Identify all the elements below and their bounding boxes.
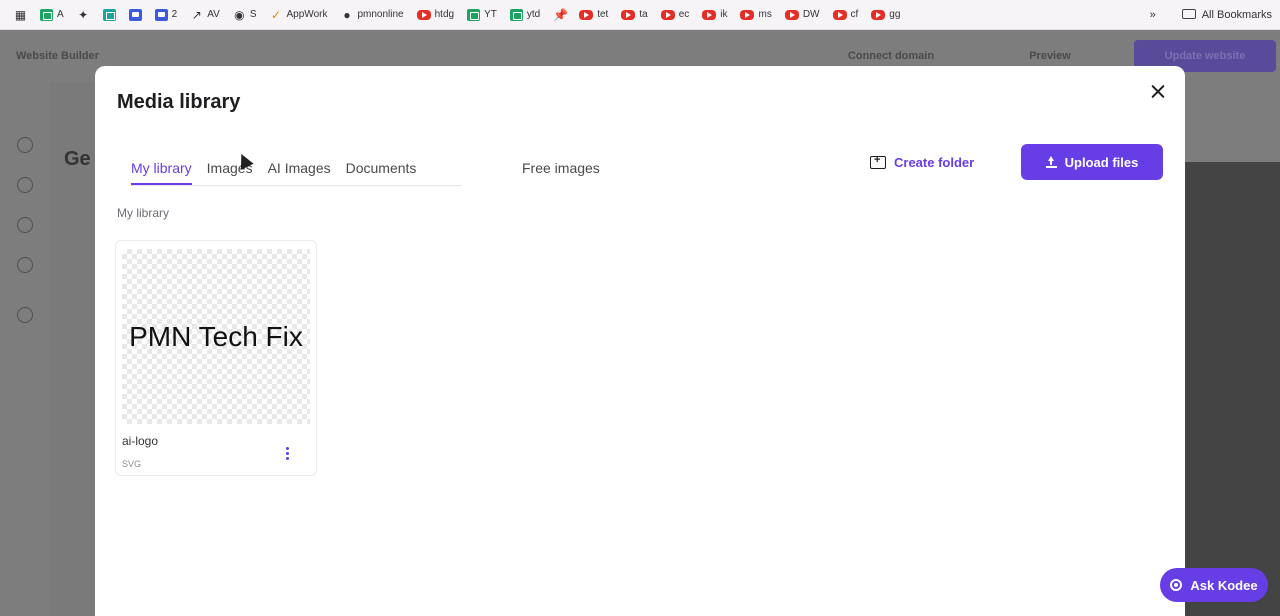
tabs-divider: [131, 185, 461, 186]
chat-icon: [154, 8, 168, 21]
bookmark-item[interactable]: ◉ S: [233, 7, 256, 22]
bookmark-item[interactable]: A: [40, 8, 64, 21]
teal-app-icon: [102, 8, 116, 21]
apps-icon: [17, 307, 33, 323]
bookmark-item[interactable]: cf: [832, 9, 858, 20]
ask-kodee-button[interactable]: Ask Kodee: [1160, 568, 1268, 602]
more-bookmarks-button[interactable]: »: [1150, 9, 1156, 21]
assistant-icon: [1170, 579, 1183, 591]
modal-title: Media library: [117, 91, 241, 113]
bookmark-item[interactable]: DW: [784, 9, 820, 20]
file-type: SVG: [122, 459, 142, 469]
ask-kodee-label: Ask Kodee: [1190, 577, 1258, 593]
tab-ai-images[interactable]: AI Images: [268, 160, 331, 186]
breadcrumb: My library: [117, 206, 170, 220]
puzzle-icon: ✦: [78, 7, 89, 22]
globe-icon: ◉: [234, 7, 245, 22]
bookmark-item[interactable]: ec: [660, 9, 689, 20]
bookmark-item[interactable]: ✦: [77, 9, 90, 21]
library-tabs: My library Images AI Images Documents: [131, 160, 431, 186]
all-bookmarks-label: All Bookmarks: [1201, 8, 1272, 21]
youtube-icon: [579, 9, 594, 20]
bookmark-item[interactable]: ● pmnonline: [340, 9, 403, 21]
apps-grid-icon[interactable]: ▦: [14, 9, 27, 21]
youtube-icon: [702, 9, 717, 20]
youtube-icon: [621, 9, 636, 20]
upload-icon: [1045, 156, 1057, 168]
sheets-icon: [509, 8, 523, 21]
youtube-icon: [832, 9, 847, 20]
all-bookmarks-button[interactable]: All Bookmarks: [1181, 8, 1272, 21]
youtube-icon: [784, 9, 799, 20]
layers-icon: [17, 177, 33, 193]
media-thumbnail[interactable]: PMN Tech Fix: [122, 249, 310, 424]
side-rail: [0, 82, 50, 616]
bookmark-item[interactable]: 2: [154, 8, 177, 21]
tab-documents[interactable]: Documents: [346, 160, 417, 186]
trend-icon: ↗: [191, 7, 202, 22]
page-heading: Ge: [64, 148, 91, 170]
logo-preview-text: PMN Tech Fix: [129, 320, 303, 352]
bookmark-item[interactable]: tet: [579, 9, 608, 20]
github-icon: ●: [343, 7, 351, 22]
sheets-icon: [467, 8, 481, 21]
youtube-icon: [871, 9, 886, 20]
bookmark-item[interactable]: ms: [740, 9, 772, 20]
close-icon[interactable]: [1147, 81, 1169, 103]
youtube-icon: [660, 9, 675, 20]
sheets-icon: [40, 8, 53, 21]
bookmark-item[interactable]: ytd: [509, 8, 540, 21]
bookmark-item[interactable]: ✓ AppWork: [270, 7, 327, 22]
youtube-icon: [740, 9, 755, 20]
create-folder-label: Create folder: [894, 154, 975, 170]
tab-my-library[interactable]: My library: [131, 160, 192, 186]
right-panel: [1185, 162, 1280, 616]
tab-free-images[interactable]: Free images: [522, 160, 600, 176]
style-icon: [17, 217, 33, 233]
media-card[interactable]: PMN Tech Fix ai-logo SVG: [115, 240, 317, 476]
bookmark-item[interactable]: ik: [702, 9, 727, 20]
bookmark-item[interactable]: [128, 8, 142, 21]
add-icon: [17, 137, 33, 153]
bookmark-item[interactable]: 📌: [553, 7, 569, 22]
bookmark-item[interactable]: ↗ AV: [190, 9, 220, 21]
bookmark-item[interactable]: [102, 8, 116, 21]
app-title: Website Builder: [16, 50, 99, 62]
create-folder-button[interactable]: Create folder: [870, 152, 974, 172]
upload-files-label: Upload files: [1064, 154, 1139, 170]
media-library-modal: Media library My library Images AI Image…: [95, 66, 1185, 616]
folder-icon: [1181, 8, 1196, 19]
upload-files-button[interactable]: Upload files: [1021, 144, 1163, 180]
file-name: ai-logo: [122, 434, 159, 448]
chat-icon: [128, 8, 142, 21]
more-options-icon[interactable]: [281, 445, 293, 461]
bookmark-item[interactable]: htdg: [416, 9, 454, 20]
bookmarks-bar: ▦ A ✦ 2 ↗ AV ◉ S ✓ AppWork ● pmnonline htdg …: [0, 0, 1280, 30]
youtube-icon: [416, 9, 431, 20]
ai-icon: [17, 257, 33, 273]
folder-plus-icon: [870, 154, 886, 169]
bookmark-item[interactable]: ta: [621, 9, 648, 20]
bookmark-item[interactable]: gg: [871, 9, 900, 20]
pin-icon: 📌: [553, 7, 569, 22]
bookmark-item[interactable]: YT: [467, 8, 497, 21]
check-icon: ✓: [270, 7, 282, 22]
